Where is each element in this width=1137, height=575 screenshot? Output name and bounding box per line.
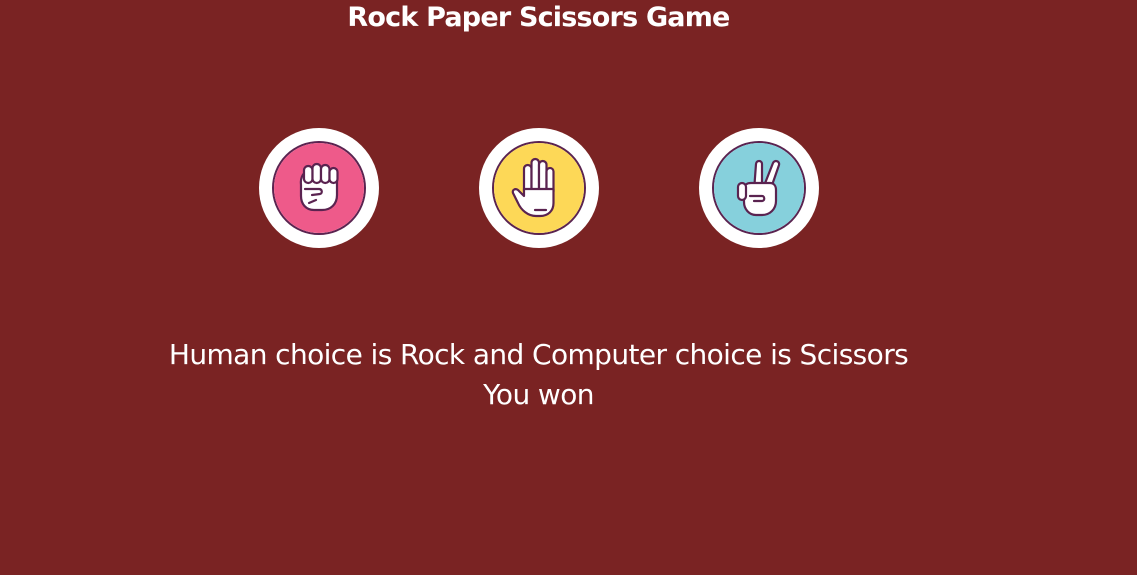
scissors-button[interactable]	[699, 128, 819, 248]
victory-hand-icon	[714, 143, 804, 233]
rock-button[interactable]	[259, 128, 379, 248]
result-outcome-text: You won	[483, 378, 594, 411]
paper-circle	[492, 141, 586, 235]
paper-button[interactable]	[479, 128, 599, 248]
fist-icon	[274, 143, 364, 233]
result-choices-text: Human choice is Rock and Computer choice…	[168, 338, 909, 371]
rock-circle	[272, 141, 366, 235]
open-hand-icon	[494, 143, 584, 233]
scissors-circle	[712, 141, 806, 235]
page-title: Rock Paper Scissors Game	[347, 2, 730, 33]
